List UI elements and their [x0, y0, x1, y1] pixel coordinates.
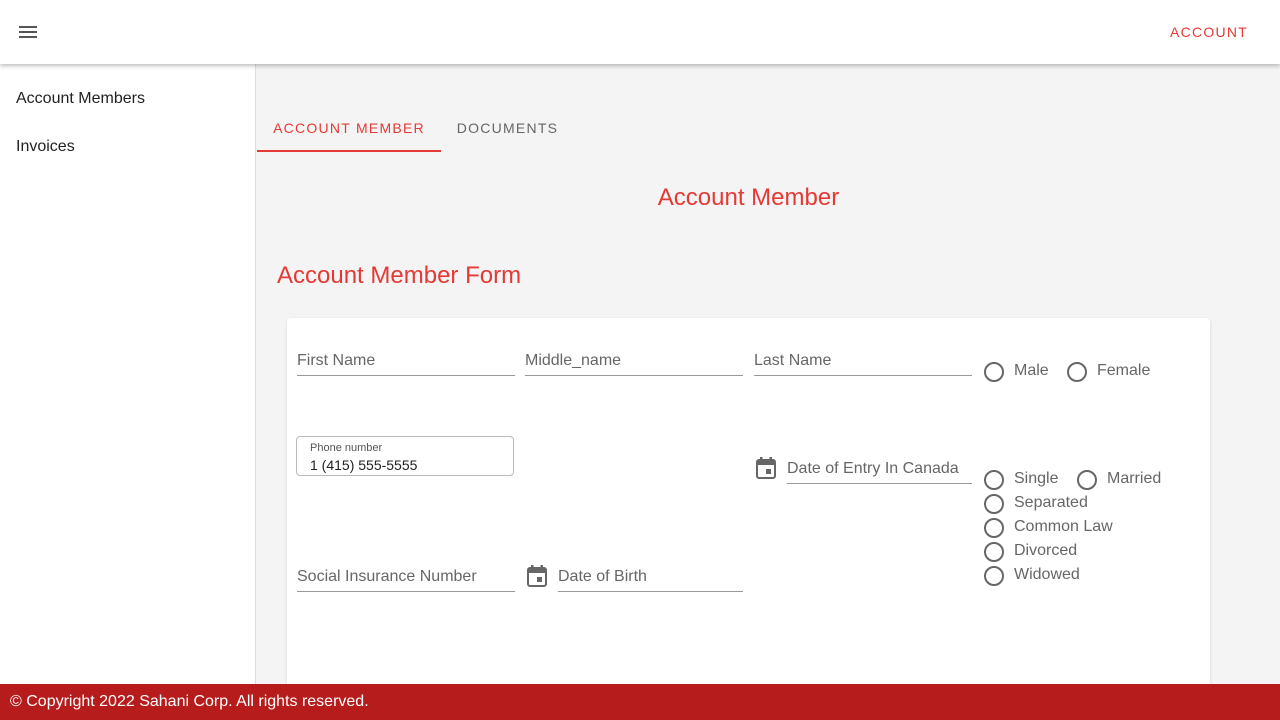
last-name-field[interactable]: Last Name	[754, 350, 972, 376]
radio-unchecked-icon	[984, 494, 1004, 514]
date-of-birth-label: Date of Birth	[558, 568, 647, 585]
middle-name-label: Middle_name	[525, 352, 622, 369]
app-bar: ACCOUNT	[0, 0, 1280, 64]
date-of-entry-field[interactable]: Date of Entry In Canada	[787, 458, 972, 484]
last-name-label: Last Name	[754, 352, 832, 369]
date-of-birth-field[interactable]: Date of Birth	[558, 566, 743, 592]
first-name-label: First Name	[297, 352, 376, 369]
radio-unchecked-icon	[984, 518, 1004, 538]
sidebar-item-account-members[interactable]: Account Members	[16, 90, 145, 108]
radio-unchecked-icon	[984, 566, 1004, 586]
calendar-icon[interactable]	[527, 565, 547, 587]
radio-label: Common Law	[1014, 518, 1113, 535]
tab-documents[interactable]: DOCUMENTS	[441, 104, 574, 152]
radio-label: Separated	[1014, 494, 1088, 511]
phone-number-input[interactable]: Phone number 1 (415) 555-5555	[296, 436, 514, 476]
radio-label: Widowed	[1014, 566, 1080, 583]
phone-number-value: 1 (415) 555-5555	[310, 457, 418, 473]
footer: © Copyright 2022 Sahani Corp. All rights…	[0, 684, 1280, 720]
calendar-icon[interactable]	[756, 457, 776, 479]
radio-label: Married	[1107, 470, 1162, 487]
first-name-field[interactable]: First Name	[297, 350, 515, 376]
radio-unchecked-icon	[1067, 362, 1087, 382]
radio-label: Single	[1014, 470, 1059, 487]
radio-label: Divorced	[1014, 542, 1078, 559]
social-insurance-number-field[interactable]: Social Insurance Number	[297, 566, 515, 592]
hamburger-menu-icon[interactable]	[12, 16, 44, 48]
date-of-entry-label: Date of Entry In Canada	[787, 460, 959, 477]
account-button[interactable]: ACCOUNT	[1170, 24, 1248, 40]
form-title: Account Member Form	[277, 262, 522, 289]
phone-number-label: Phone number	[310, 442, 383, 454]
middle-name-field[interactable]: Middle_name	[525, 350, 743, 376]
radio-unchecked-icon	[984, 362, 1004, 382]
radio-unchecked-icon	[984, 542, 1004, 562]
radio-unchecked-icon	[1077, 470, 1097, 490]
radio-label: Female	[1097, 362, 1151, 379]
sidebar: Account Members Invoices	[0, 64, 256, 684]
page-title: Account Member	[657, 184, 840, 211]
account-member-form: First Name Middle_name Last Name Male Fe…	[287, 318, 1210, 698]
social-insurance-number-label: Social Insurance Number	[297, 568, 477, 585]
radio-unchecked-icon	[984, 470, 1004, 490]
radio-label: Male	[1014, 362, 1049, 379]
tab-account-member[interactable]: ACCOUNT MEMBER	[257, 104, 441, 152]
sidebar-item-invoices[interactable]: Invoices	[16, 138, 75, 156]
